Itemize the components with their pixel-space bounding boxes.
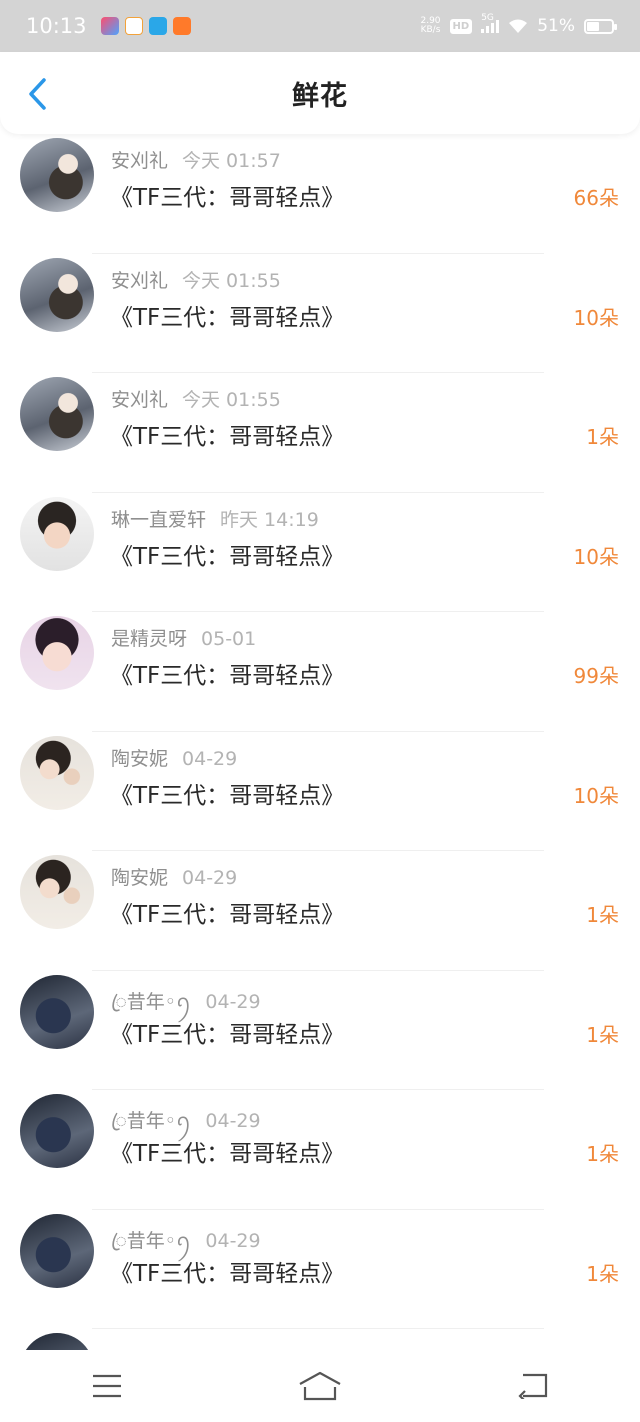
list-item[interactable]: ꦿ昔年◦ꪆ 04-29 《TF三代：哥哥轻点》 1朵	[0, 971, 640, 1090]
menu-button[interactable]	[67, 1361, 147, 1411]
reading-app-icon	[124, 17, 143, 35]
avatar[interactable]	[20, 138, 94, 212]
battery-percent: 51%	[537, 16, 575, 36]
flower-count: 10朵	[573, 305, 619, 330]
hd-badge: HD	[449, 18, 473, 34]
record-meta: 是精灵呀 05-01	[111, 624, 256, 651]
flower-count: 66朵	[573, 186, 619, 210]
record-time: 04-29	[205, 1229, 261, 1252]
record-time: 05-01	[201, 628, 257, 650]
record-meta: 琳一直爱轩 昨天 14:19	[111, 505, 319, 532]
avatar[interactable]	[20, 496, 94, 571]
list-item[interactable]: 陶安妮 04-29 《TF三代：哥哥轻点》 10朵	[0, 732, 640, 851]
user-name[interactable]: 陶安妮	[111, 867, 168, 889]
user-name[interactable]: 琳一直爱轩	[111, 509, 206, 531]
record-meta: 安刈礼 今天 01:55	[111, 266, 281, 293]
list-item[interactable]: 陶安妮 04-29 《TF三代：哥哥轻点》 1朵	[0, 851, 640, 971]
record-meta: 陶安妮 04-29	[111, 744, 237, 771]
status-time: 10:13	[26, 14, 87, 38]
book-title[interactable]: 《TF三代：哥哥轻点》	[110, 1254, 344, 1288]
flower-count: 10朵	[573, 544, 619, 569]
record-time: 04-29	[182, 867, 238, 889]
book-title[interactable]: 《TF三代：哥哥轻点》	[110, 1015, 344, 1049]
record-time: 今天 01:55	[182, 269, 281, 292]
user-name[interactable]: 安刈礼	[111, 270, 168, 292]
list-item[interactable]: ꦿ昔年◦ꪆ04-29	[0, 1329, 640, 1350]
status-app-icons	[100, 17, 191, 35]
user-name[interactable]: ꦿ昔年◦ꪆ	[111, 1230, 191, 1252]
home-button[interactable]	[280, 1361, 360, 1411]
avatar[interactable]	[20, 377, 94, 451]
book-title[interactable]: 《TF三代：哥哥轻点》	[110, 537, 344, 571]
record-time: 04-29	[182, 747, 238, 770]
gallery-app-icon	[172, 17, 191, 35]
record-meta: 安刈礼 今天 01:57	[111, 146, 281, 173]
avatar[interactable]	[20, 735, 94, 810]
record-time: 昨天 14:19	[220, 508, 319, 531]
flower-count: 1朵	[586, 425, 619, 449]
user-name[interactable]: 陶安妮	[111, 748, 168, 770]
wifi-icon	[509, 19, 528, 33]
record-time: 今天 01:57	[182, 150, 281, 172]
list-item[interactable]: 琳一直爱轩 昨天 14:19 《TF三代：哥哥轻点》 10朵	[0, 493, 640, 612]
list-item[interactable]: ꦿ昔年◦ꪆ 04-29 《TF三代：哥哥轻点》 1朵	[0, 1090, 640, 1210]
avatar[interactable]	[20, 1213, 94, 1288]
avatar[interactable]	[20, 855, 94, 929]
chevron-left-icon	[29, 78, 46, 110]
home-icon	[299, 1371, 341, 1401]
user-name[interactable]: 安刈礼	[111, 150, 168, 172]
browser-app-icon	[148, 17, 167, 35]
user-name[interactable]: ꦿ昔年◦ꪆ	[111, 991, 191, 1013]
book-title[interactable]: 《TF三代：哥哥轻点》	[110, 417, 344, 451]
avatar[interactable]	[20, 1333, 94, 1350]
menu-icon	[92, 1374, 121, 1398]
back-icon	[518, 1373, 548, 1399]
page-title: 鲜花	[292, 80, 348, 112]
avatar[interactable]	[20, 974, 94, 1049]
signal-icon: 5G	[481, 13, 500, 33]
user-name[interactable]: 是精灵呀	[111, 628, 187, 650]
record-meta: 安刈礼 今天 01:55	[111, 385, 281, 412]
back-button[interactable]	[20, 74, 56, 114]
flower-count: 1朵	[586, 1022, 619, 1047]
net-speed-unit: KB/s	[420, 25, 441, 35]
list-item[interactable]: 是精灵呀 05-01 《TF三代：哥哥轻点》 99朵	[0, 612, 640, 732]
back-nav-button[interactable]	[493, 1361, 573, 1411]
user-name[interactable]: ꦿ昔年◦ꪆ	[111, 1110, 191, 1132]
flower-record-list[interactable]: 安刈礼 今天 01:57 《TF三代：哥哥轻点》 66朵 安刈礼 今天 01:55 《TF三…	[0, 134, 640, 1350]
record-meta: ꦿ昔年◦ꪆ04-29	[111, 1341, 261, 1350]
battery-icon	[584, 18, 617, 34]
flower-count: 10朵	[573, 783, 619, 808]
book-title[interactable]: 《TF三代：哥哥轻点》	[110, 1134, 344, 1168]
record-time: 04-29	[205, 1110, 261, 1132]
list-item[interactable]: 安刈礼 今天 01:57 《TF三代：哥哥轻点》 66朵	[0, 134, 640, 254]
video-app-icon	[100, 17, 119, 35]
status-bar: 10:13 2.90 KB/s HD 5G 51%	[0, 0, 640, 52]
battery-fill	[587, 21, 600, 31]
list-item[interactable]: ꦿ昔年◦ꪆ 04-29 《TF三代：哥哥轻点》 1朵	[0, 1210, 640, 1329]
list-item[interactable]: 安刈礼 今天 01:55 《TF三代：哥哥轻点》 1朵	[0, 373, 640, 493]
user-name[interactable]: 安刈礼	[111, 389, 168, 411]
flower-count: 1朵	[586, 1142, 619, 1166]
book-title[interactable]: 《TF三代：哥哥轻点》	[110, 298, 344, 332]
avatar[interactable]	[20, 616, 94, 690]
flower-count: 1朵	[586, 903, 619, 927]
system-nav-bar	[0, 1350, 640, 1422]
record-time: 今天 01:55	[182, 389, 281, 411]
avatar[interactable]	[20, 257, 94, 332]
flower-count: 99朵	[573, 664, 619, 688]
network-type: 5G	[481, 13, 494, 23]
flower-count: 1朵	[586, 1261, 619, 1286]
book-title[interactable]: 《TF三代：哥哥轻点》	[110, 776, 344, 810]
book-title[interactable]: 《TF三代：哥哥轻点》	[110, 178, 344, 212]
avatar[interactable]	[20, 1094, 94, 1168]
header: 鲜花	[0, 52, 640, 134]
book-title[interactable]: 《TF三代：哥哥轻点》	[110, 656, 344, 690]
list-item[interactable]: 安刈礼 今天 01:55 《TF三代：哥哥轻点》 10朵	[0, 254, 640, 373]
record-time: 04-29	[205, 990, 261, 1013]
record-meta: 陶安妮 04-29	[111, 863, 237, 890]
net-speed: 2.90 KB/s	[420, 17, 440, 35]
book-title[interactable]: 《TF三代：哥哥轻点》	[110, 895, 344, 929]
